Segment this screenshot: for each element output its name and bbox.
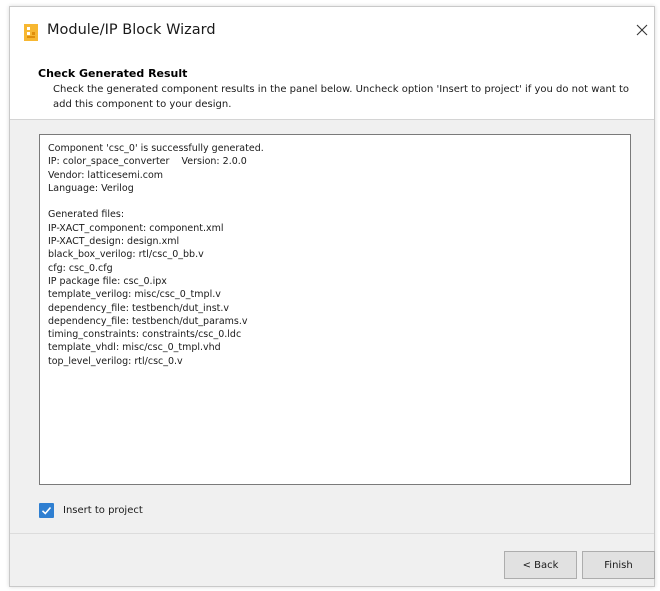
result-line: IP: color_space_converter Version: 2.0.0 [48,156,247,168]
result-line: IP-XACT_component: component.xml [48,222,224,234]
page-description: Check the generated component results in… [53,84,630,110]
insert-to-project-checkbox[interactable] [39,502,54,518]
window-title: Module/IP Block Wizard [47,22,216,38]
insert-to-project-label: Insert to project [63,504,143,516]
result-line: black_box_verilog: rtl/csc_0_bb.v [48,249,204,261]
ip-block-wizard-dialog: Module/IP Block Wizard Check Generated R… [9,6,655,587]
result-line: cfg: csc_0.cfg [48,262,113,274]
close-icon [636,21,648,40]
result-line: Component 'csc_0' is successfully genera… [48,143,264,154]
result-line: Vendor: latticesemi.com [48,169,164,181]
checkmark-icon [41,506,52,515]
result-line: timing_constraints: constraints/csc_0.ld… [48,329,242,341]
result-line: Language: Verilog [48,182,134,194]
finish-button[interactable]: Finish [582,551,655,579]
result-line: Generated files: [48,209,125,221]
back-button[interactable]: < Back [504,551,577,579]
result-line: dependency_file: testbench/dut_params.v [48,315,248,327]
wizard-header: Check Generated Result Check the generat… [10,57,654,120]
result-line: template_vhdl: misc/csc_0_tmpl.vhd [48,342,221,354]
insert-to-project-option[interactable]: Insert to project [39,502,143,518]
result-line: IP package file: csc_0.ipx [48,275,167,287]
footer-divider [10,533,654,534]
generated-results-panel[interactable]: Component 'csc_0' is successfully genera… [39,134,631,485]
lattice-app-icon [24,24,38,41]
result-line: template_verilog: misc/csc_0_tmpl.v [48,289,221,301]
close-button[interactable] [630,17,654,43]
title-bar: Module/IP Block Wizard [10,7,654,57]
result-line: IP-XACT_design: design.xml [48,236,180,248]
result-line: dependency_file: testbench/dut_inst.v [48,302,230,314]
page-title: Check Generated Result [38,67,188,80]
result-line: top_level_verilog: rtl/csc_0.v [48,355,183,367]
